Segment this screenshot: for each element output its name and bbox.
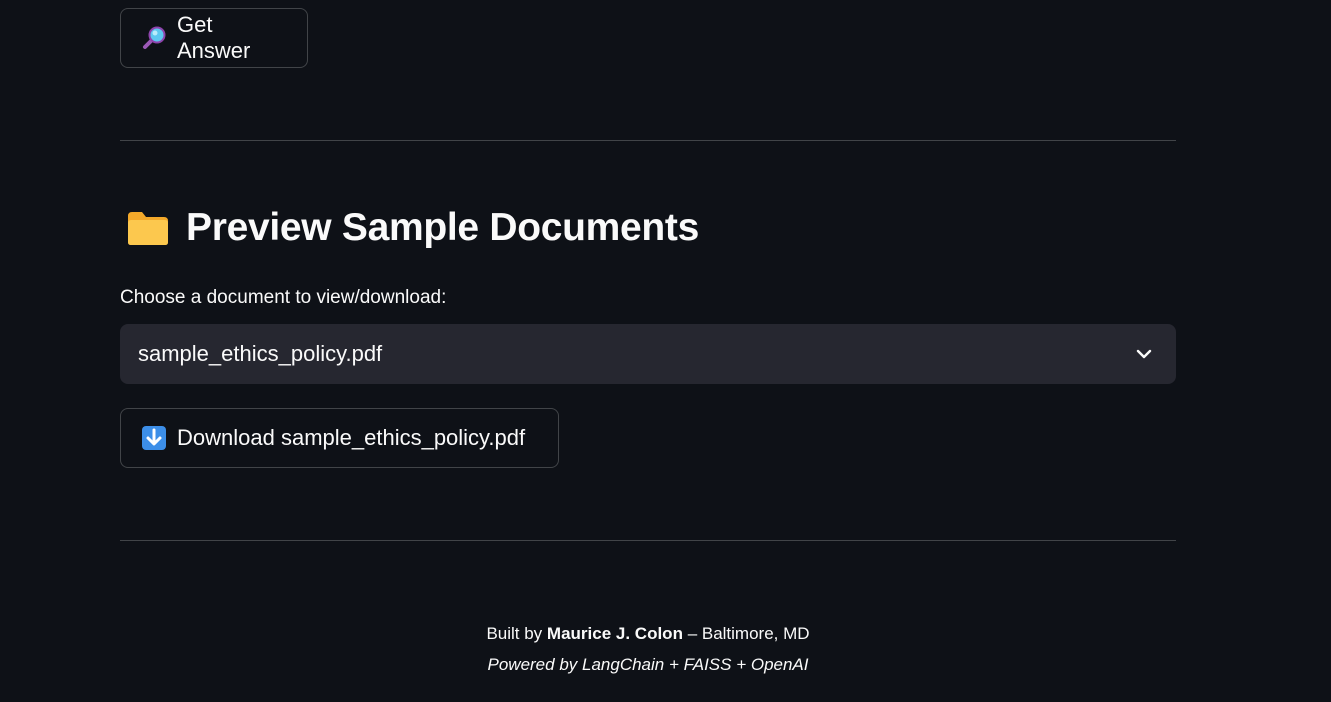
footer-location: – Baltimore, MD — [687, 624, 810, 643]
chevron-down-icon[interactable] — [1134, 344, 1154, 364]
down-arrow-icon — [141, 425, 167, 451]
magnifying-glass-icon — [141, 25, 167, 51]
footer-credits: Built by Maurice J. Colon – Baltimore, M… — [0, 624, 1296, 644]
document-select-value: sample_ethics_policy.pdf — [138, 341, 383, 366]
app-page: Get Answer Preview Sample Documents Choo… — [0, 0, 1331, 702]
divider-top — [120, 140, 1176, 141]
get-answer-label: Get Answer — [177, 12, 251, 63]
section-title: Preview Sample Documents — [126, 206, 699, 250]
footer-powered-by: Powered by LangChain + FAISS + OpenAI — [487, 655, 809, 674]
download-button-label: Download sample_ethics_policy.pdf — [177, 425, 526, 450]
document-select-label: Choose a document to view/download: — [120, 287, 447, 308]
get-answer-button[interactable]: Get Answer — [120, 8, 308, 68]
section-title-text: Preview Sample Documents — [186, 206, 699, 249]
footer-author: Maurice J. Colon — [546, 624, 683, 643]
divider-bottom — [120, 540, 1176, 541]
download-button[interactable]: Download sample_ethics_policy.pdf — [120, 408, 559, 468]
document-select[interactable]: sample_ethics_policy.pdf — [120, 324, 1176, 384]
footer-built-by: Built by — [486, 624, 543, 643]
folder-icon — [126, 208, 170, 248]
